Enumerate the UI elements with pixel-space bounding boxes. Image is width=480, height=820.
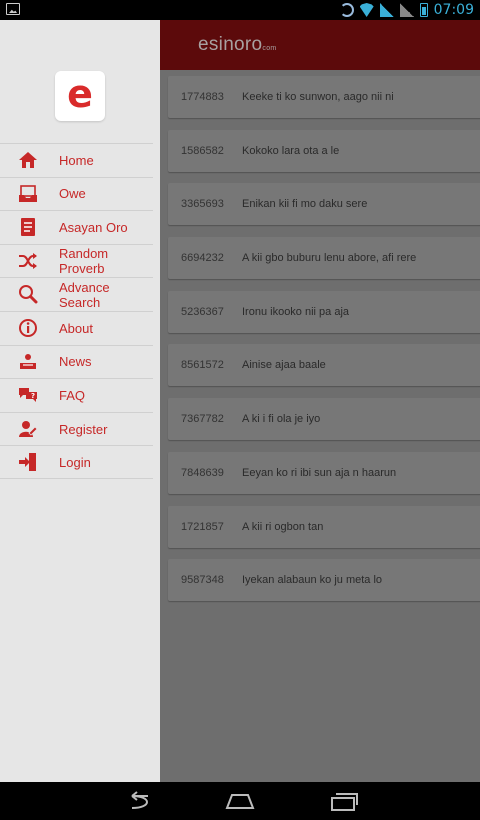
proverb-id: 6694232 — [181, 252, 224, 265]
proverb-id: 7848639 — [181, 466, 224, 479]
drawer-item-label: Register — [59, 421, 108, 437]
drawer-item-label: Advance Search — [59, 279, 110, 310]
wifi-icon — [359, 3, 374, 17]
proverb-text: A kii ri ogbon tan — [242, 520, 324, 533]
proverb-id: 3365693 — [181, 198, 224, 211]
proverb-list-item[interactable]: 6694232 A kii gbo buburu lenu abore, afi … — [168, 237, 480, 280]
proverb-text: Enikan kii fi mo daku sere — [242, 198, 368, 211]
register-icon — [18, 419, 38, 439]
proverb-id: 7367782 — [181, 413, 224, 426]
drawer-item-login[interactable]: Login — [0, 445, 153, 479]
drawer-item-label: Home — [59, 152, 94, 168]
proverb-text: Ainise ajaa baale — [242, 359, 326, 372]
drawer-item-news[interactable]: News — [0, 344, 153, 379]
drawer-item-label: About — [59, 320, 93, 336]
back-button[interactable] — [122, 790, 154, 812]
drawer-item-label: Asayan Oro — [59, 219, 128, 235]
drawer-item-register[interactable]: Register — [0, 411, 153, 446]
app-bar: esinorocom — [160, 20, 480, 70]
drawer-item-asayan-oro[interactable]: Asayan Oro — [0, 210, 153, 244]
proverb-id: 1774883 — [181, 91, 224, 103]
status-bar: 07:09 — [0, 0, 480, 20]
proverb-text: A kii gbo buburu lenu abore, afi rere — [242, 252, 417, 265]
recents-button[interactable] — [328, 790, 360, 812]
proverb-list-item[interactable]: 3365693 Enikan kii fi mo daku sere — [168, 183, 480, 226]
svg-text:?: ? — [31, 392, 35, 400]
search-icon — [18, 284, 38, 304]
image-notification-icon — [6, 3, 20, 15]
status-clock: 07:09 — [433, 2, 474, 18]
inbox-icon — [18, 184, 38, 204]
drawer-menu: Home Owe Asayan Oro Random Proverb Advance S… — [0, 143, 153, 479]
proverb-id: 1586582 — [181, 144, 224, 157]
drawer-item-about[interactable]: About — [0, 310, 153, 345]
brand-logo: esinorocom — [198, 34, 277, 55]
drawer-item-label: FAQ — [59, 387, 86, 403]
battery-icon — [419, 3, 428, 17]
proverb-id: 1721857 — [181, 520, 224, 533]
proverb-list-item[interactable]: 1586582 Kokoko lara ota a le — [168, 129, 480, 172]
proverb-id: 8561572 — [181, 359, 224, 372]
proverb-list-item[interactable]: 7848639 Eeyan ko ri ibi sun aja n haarun — [168, 451, 480, 494]
home-nav-button[interactable] — [224, 790, 256, 812]
signal-icon — [379, 3, 394, 17]
back-icon — [131, 791, 148, 809]
system-nav-bar — [0, 782, 480, 820]
proverb-list-item[interactable]: 1721857 A kii ri ogbon tan — [168, 505, 480, 548]
home-nav-icon — [225, 794, 255, 809]
drawer-item-label: News — [59, 354, 92, 370]
proverb-text: Eeyan ko ri ibi sun aja n haarun — [242, 466, 397, 479]
proverb-text: Iyekan alabaun ko ju meta lo — [242, 574, 383, 587]
proverb-id: 9587348 — [181, 574, 224, 587]
proverb-text: Ironu ikooko nii pa aja — [242, 305, 350, 318]
navigation-drawer: e Home Owe Asayan Oro Random Proverb Advance… — [0, 20, 160, 782]
proverb-list-item[interactable]: 7367782 A ki i fi ola je iyo — [168, 398, 480, 441]
proverb-list-item[interactable]: 1774883 Keeke ti ko sunwon, aago nii ni — [168, 76, 480, 118]
home-icon — [18, 150, 38, 170]
drawer-item-faq[interactable]: ? FAQ — [0, 378, 153, 412]
recents-icon — [331, 793, 358, 811]
proverb-list: 1774883 Keeke ti ko sunwon, aago nii ni 15… — [168, 76, 480, 613]
drawer-item-label: Owe — [59, 186, 86, 202]
main-content: esinorocom 1774883 Keeke ti ko sunwon, aa… — [160, 20, 480, 782]
proverb-list-item[interactable]: 8561572 Ainise ajaa baale — [168, 344, 480, 387]
proverb-text: Kokoko lara ota a le — [242, 144, 340, 157]
list-icon — [18, 217, 38, 237]
proverb-text: A ki i fi ola je iyo — [242, 413, 321, 426]
proverb-id: 5236367 — [181, 305, 224, 318]
login-icon — [18, 452, 38, 472]
drawer-item-random-proverb[interactable]: Random Proverb — [0, 243, 153, 278]
info-icon — [18, 318, 38, 338]
app-logo: e — [55, 71, 105, 121]
status-icons: 07:09 — [339, 1, 474, 19]
drawer-item-label: Login — [59, 454, 91, 470]
proverb-list-item[interactable]: 9587348 Iyekan alabaun ko ju meta lo — [168, 559, 480, 602]
signal-secondary-icon — [399, 3, 414, 17]
drawer-item-home[interactable]: Home — [0, 143, 153, 177]
proverb-text: Keeke ti ko sunwon, aago nii ni — [242, 91, 394, 103]
proverb-list-item[interactable]: 5236367 Ironu ikooko nii pa aja — [168, 290, 480, 333]
shuffle-icon — [18, 251, 38, 271]
drawer-item-owe[interactable]: Owe — [0, 176, 153, 211]
faq-icon: ? — [18, 385, 38, 405]
drawer-item-label: Random Proverb — [59, 246, 109, 277]
sync-icon — [339, 3, 354, 17]
news-icon — [18, 352, 38, 372]
drawer-item-advance-search[interactable]: Advance Search — [0, 277, 153, 311]
